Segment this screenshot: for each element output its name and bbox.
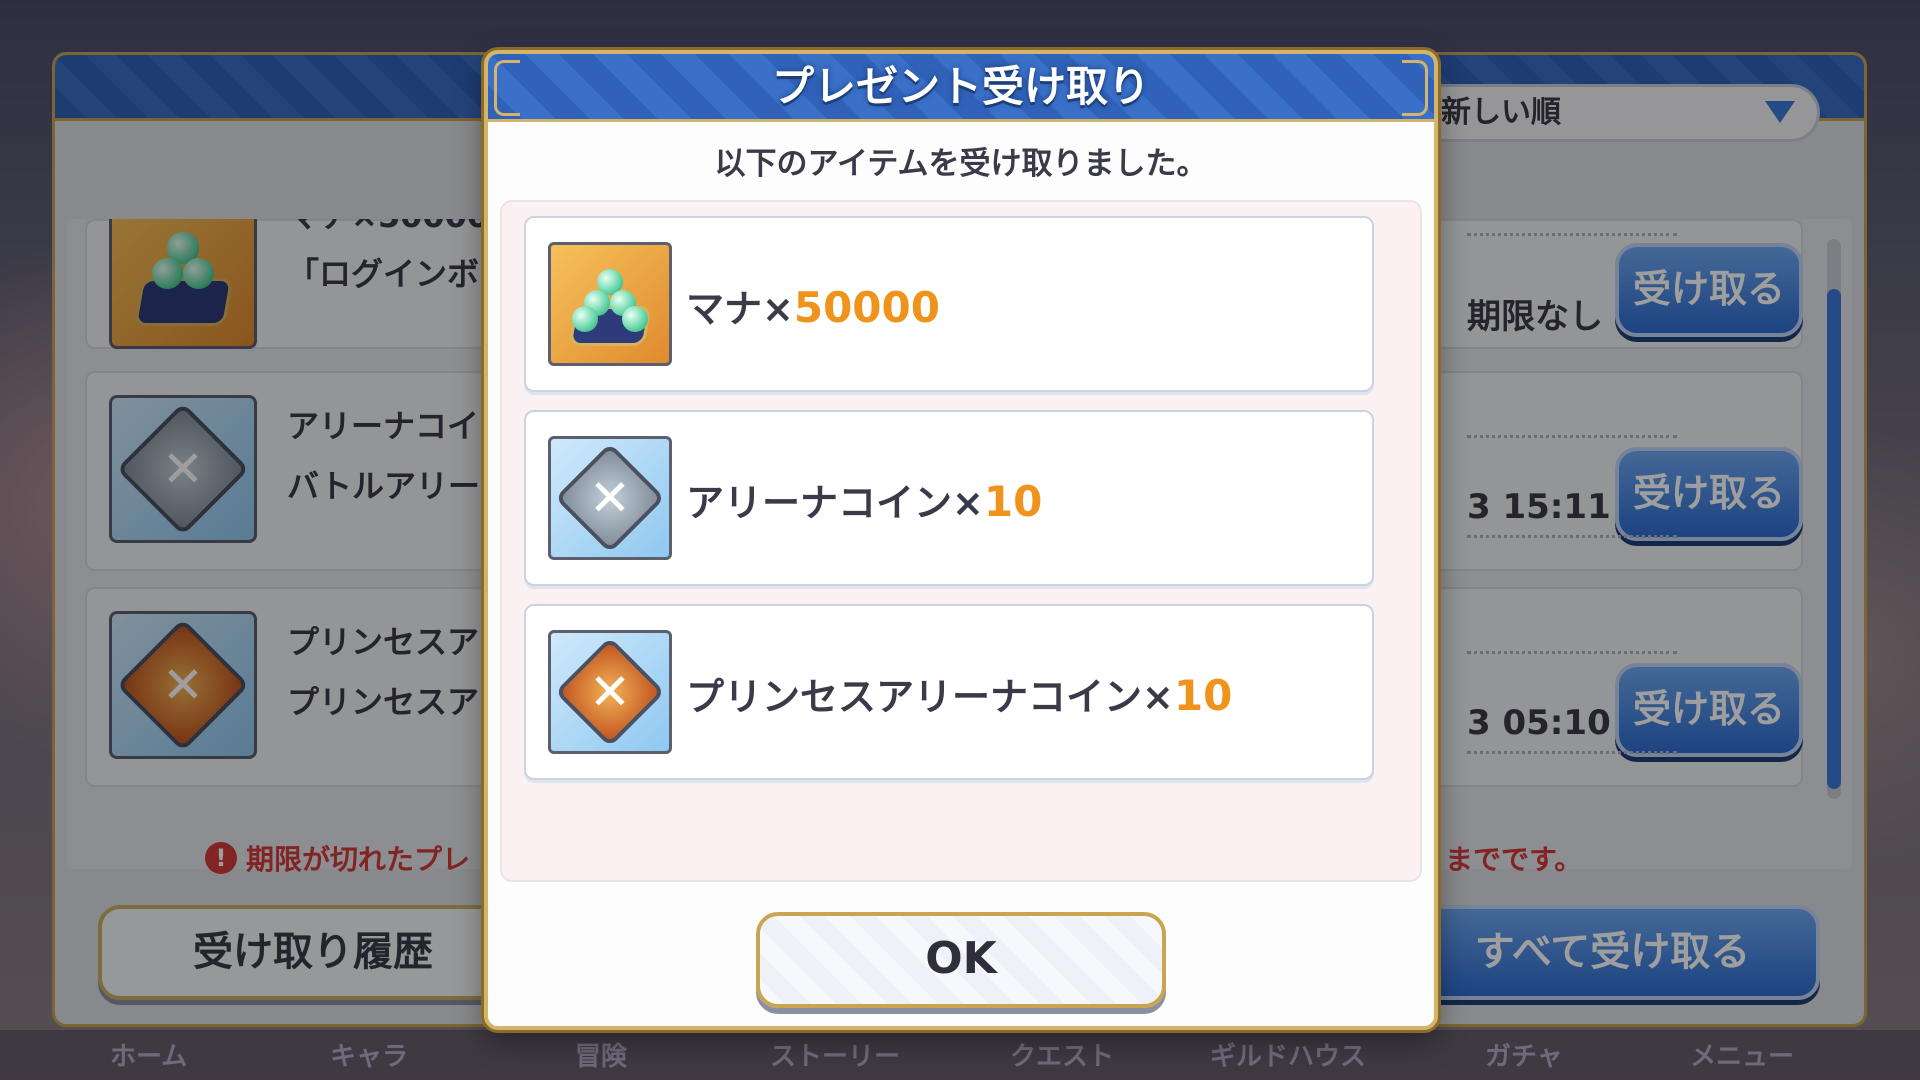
item-label: アリーナコイン×10 bbox=[686, 472, 1042, 527]
item-quantity: 10 bbox=[983, 477, 1043, 526]
received-item: マナ×50000 bbox=[524, 216, 1374, 392]
ok-button[interactable]: OK bbox=[756, 912, 1166, 1008]
item-label: マナ×50000 bbox=[686, 278, 940, 333]
item-name: プリンセスアリーナコイン× bbox=[686, 675, 1174, 719]
dialog-subtitle: 以下のアイテムを受け取りました。 bbox=[714, 146, 1208, 182]
item-quantity: 50000 bbox=[793, 283, 940, 332]
princess-arena-coin-icon: ✕ bbox=[548, 630, 672, 754]
received-item: ✕ アリーナコイン×10 bbox=[524, 410, 1374, 586]
item-name: マナ× bbox=[686, 287, 794, 331]
item-quantity: 10 bbox=[1173, 671, 1233, 720]
item-label: プリンセスアリーナコイン×10 bbox=[686, 666, 1232, 721]
present-received-dialog: プレゼント受け取り 以下のアイテムを受け取りました。 マナ×50000 ✕ アリ… bbox=[484, 50, 1438, 1030]
arena-coin-icon: ✕ bbox=[548, 436, 672, 560]
received-items-list: マナ×50000 ✕ アリーナコイン×10 ✕ プリンセスアリーナコイン×10 bbox=[500, 200, 1422, 882]
received-item: ✕ プリンセスアリーナコイン×10 bbox=[524, 604, 1374, 780]
item-name: アリーナコイン× bbox=[686, 481, 984, 525]
mana-icon bbox=[548, 242, 672, 366]
dialog-title: プレゼント受け取り bbox=[771, 62, 1150, 111]
